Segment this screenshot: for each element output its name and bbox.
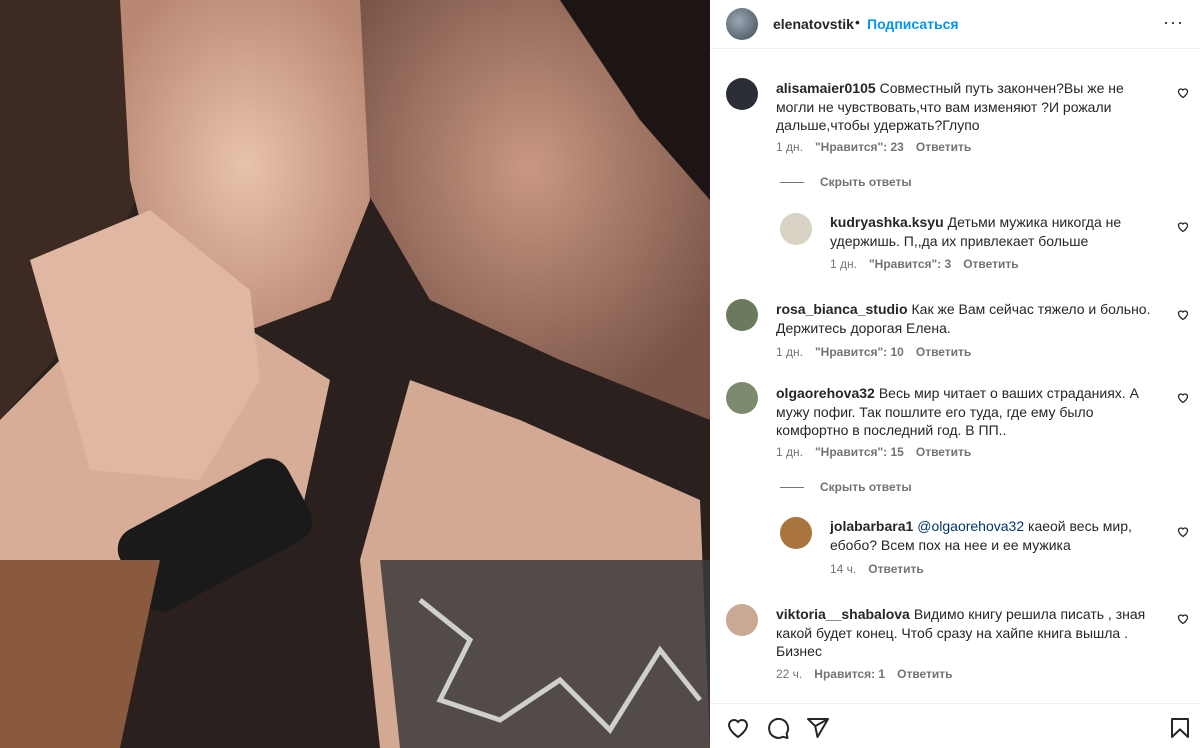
toggle-line [780,182,804,184]
reply-username[interactable]: kudryashka.ksyu [830,214,944,230]
more-options-icon[interactable]: ··· [1163,12,1184,33]
heart-icon[interactable] [1177,392,1189,404]
reply-age[interactable]: 14 ч. [830,562,856,576]
header-separator: • [855,14,860,30]
toggle-line [780,487,804,489]
comment-likes[interactable]: "Нравится": 15 [815,445,904,459]
commenter-avatar[interactable] [726,78,758,110]
comment-icon[interactable] [766,716,790,740]
comments-panel: elenatovstik • Подписаться ··· alisamaie… [710,0,1200,748]
comment-meta: 1 дн. "Нравится": 10 Ответить [776,345,983,359]
comment-likes[interactable]: Нравится: 1 [814,667,885,681]
follow-button[interactable]: Подписаться [867,16,959,32]
comment-likes[interactable]: "Нравится": 23 [815,140,904,154]
post-photo[interactable] [0,0,710,748]
reply-button[interactable]: Ответить [963,257,1018,271]
comment-age[interactable]: 1 дн. [776,445,803,459]
hide-replies-label: Скрыть ответы [820,175,912,189]
commenter-avatar[interactable] [726,299,758,331]
comment-username[interactable]: olgaorehova32 [776,385,875,401]
reply-mention[interactable]: @olgaorehova32 [917,518,1024,534]
comment-username[interactable]: rosa_bianca_studio [776,301,908,317]
reply-meta: 14 ч. Ответить [830,562,936,576]
hide-replies-toggle[interactable]: Скрыть ответы [780,480,912,494]
post-photo-art [0,0,710,748]
reply-username[interactable]: jolabarbara1 [830,518,913,534]
reply-button[interactable]: Ответить [916,140,971,154]
replier-avatar[interactable] [780,213,812,245]
comment-likes[interactable]: "Нравится": 10 [815,345,904,359]
hide-replies-toggle[interactable]: Скрыть ответы [780,175,912,189]
comment-meta: 1 дн. "Нравится": 15 Ответить [776,445,983,459]
reply-body: jolabarbara1 @olgaorehova32 каеой весь ми… [830,517,1160,554]
commenter-avatar[interactable] [726,382,758,414]
reply-body: kudryashka.ksyu Детьми мужика никогда не … [830,213,1160,250]
commenter-avatar[interactable] [726,604,758,636]
comment-body: olgaorehova32 Весь мир читает о ваших стр… [776,384,1156,440]
post-header: elenatovstik • Подписаться ··· [710,0,1200,48]
comment-age[interactable]: 1 дн. [776,140,803,154]
comment-age[interactable]: 1 дн. [776,345,803,359]
comment-meta: 22 ч. Нравится: 1 Ответить [776,667,965,681]
comment-body: viktoria__shabalova Видимо книгу решила п… [776,605,1156,661]
reply-likes[interactable]: "Нравится": 3 [869,257,951,271]
reply-button[interactable]: Ответить [897,667,952,681]
action-bar [710,704,1200,748]
reply-age[interactable]: 1 дн. [830,257,857,271]
comment-meta: 1 дн. "Нравится": 23 Ответить [776,140,983,154]
author-avatar[interactable] [726,8,758,40]
comment-age[interactable]: 22 ч. [776,667,802,681]
comment-username[interactable]: alisamaier0105 [776,80,876,96]
reply-button[interactable]: Ответить [916,445,971,459]
heart-icon[interactable] [1177,87,1189,99]
heart-icon[interactable] [1177,309,1189,321]
reply-meta: 1 дн. "Нравится": 3 Ответить [830,257,1031,271]
reply-button[interactable]: Ответить [916,345,971,359]
reply-button[interactable]: Ответить [868,562,923,576]
comment-username[interactable]: viktoria__shabalova [776,606,910,622]
heart-icon[interactable] [1177,613,1189,625]
bookmark-icon[interactable] [1168,716,1192,740]
hide-replies-label: Скрыть ответы [820,480,912,494]
replier-avatar[interactable] [780,517,812,549]
heart-icon[interactable] [1177,526,1189,538]
heart-icon[interactable] [1177,221,1189,233]
comment-body: rosa_bianca_studio Как же Вам сейчас тяже… [776,300,1156,337]
comment-body: alisamaier0105 Совместный путь закончен?В… [776,79,1156,135]
author-username[interactable]: elenatovstik [773,16,854,32]
send-icon[interactable] [806,716,830,740]
heart-icon[interactable] [726,716,750,740]
header-divider [710,48,1200,49]
